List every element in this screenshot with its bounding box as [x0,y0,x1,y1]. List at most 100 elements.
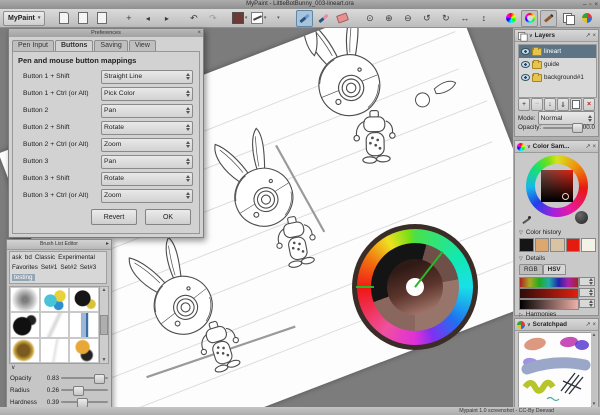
eraser-tool-button[interactable] [334,10,351,27]
mapping-combo[interactable]: Rotate [101,121,193,135]
brush-group[interactable]: ask [12,254,22,261]
mapping-combo[interactable]: Zoom [101,138,193,152]
revert-button[interactable]: Revert [91,209,137,225]
layers-panel-header[interactable]: ∨ Layers ↗ × [515,30,598,42]
brush-thumbnail[interactable] [10,287,40,312]
visibility-eye-icon[interactable] [521,48,530,55]
close-panel-icon[interactable]: × [592,322,596,328]
new-file-button[interactable] [55,10,72,27]
layer-row-guide[interactable]: guide [519,58,596,71]
tab-saving[interactable]: Saving [94,40,127,51]
mirror-horizontal-button[interactable]: ↔ [456,10,473,27]
brush-thumbnail[interactable] [69,338,99,363]
freehand-tool-button[interactable] [296,10,313,27]
add-button[interactable]: + [120,10,137,27]
brush-thumbnail[interactable] [40,312,70,337]
hue-gradient-slider[interactable] [519,277,579,288]
color-changer-popup[interactable] [352,224,478,350]
mapping-combo[interactable]: Pan [101,155,193,169]
color-wheel-toggle-button[interactable] [502,10,519,27]
extra-dropdown[interactable]: ▾ [269,10,286,27]
close-button[interactable]: × [594,2,598,8]
mapping-combo[interactable]: Pan [101,104,193,118]
history-swatch[interactable] [519,238,534,252]
brush-group[interactable]: Set#1 [41,264,57,271]
brush-thumbnail[interactable] [69,287,99,312]
brush-thumbnail[interactable] [10,338,40,363]
remove-layer-button[interactable]: − [531,98,543,111]
details-label[interactable]: ▽ Details [519,255,545,262]
next-button[interactable]: ▸ [158,10,175,27]
rotate-right-button[interactable]: ↻ [437,10,454,27]
layers-panel-toggle-button[interactable] [559,10,576,27]
color-ring-toggle-button[interactable] [521,10,538,27]
palette-toggle-button[interactable] [578,10,595,27]
layer-opacity-slider[interactable] [543,127,577,129]
brush-group[interactable]: Experimental [58,254,95,261]
prev-button[interactable]: ◂ [139,10,156,27]
color-swatch-dropdown[interactable]: ▾ [231,10,248,27]
tab-hsv[interactable]: HSV [543,264,566,275]
detach-panel-icon[interactable]: ↗ [585,321,590,328]
zoom-out-button[interactable]: ⊖ [399,10,416,27]
tab-view[interactable]: View [129,40,156,51]
value-gradient-slider[interactable] [519,299,579,310]
brush-preview-dropdown[interactable]: ▾ [250,10,267,27]
title-bar[interactable]: MyPaint - LittleBotBunny_003-lineart.ora [0,0,600,9]
opacity-slider[interactable] [61,377,108,379]
hardness-slider[interactable] [61,401,108,403]
scroll-up-icon[interactable]: ▲ [102,287,107,293]
eyedropper-icon[interactable] [521,215,531,225]
chevron-down-icon[interactable]: ∨ [527,322,531,328]
history-swatch[interactable] [566,238,581,252]
layer-row-lineart[interactable]: lineart [519,45,596,58]
expander-icon[interactable]: ∨ [11,364,15,371]
brush-group[interactable]: bd [25,254,32,261]
lower-layer-button[interactable]: ↓ [544,98,556,111]
mapping-combo[interactable]: Zoom [101,189,193,203]
scratchpad-canvas[interactable] [518,332,592,408]
radius-slider[interactable] [61,389,108,391]
mapping-combo[interactable]: Pick Color [101,87,193,101]
save-file-button[interactable] [93,10,110,27]
visibility-eye-icon[interactable] [521,61,530,68]
scrollbar-thumb[interactable] [100,315,108,335]
saturation-spinbox[interactable] [579,288,595,297]
scroll-down-icon[interactable]: ▼ [102,357,107,363]
dialog-title-bar[interactable]: Preferences × [9,29,203,37]
chevron-down-icon[interactable]: ∨ [527,144,531,150]
brush-group-active[interactable]: testing [12,274,35,281]
scratchpad-header[interactable]: ∨ Scratchpad ↗ × [515,319,598,331]
brush-grid-scrollbar[interactable]: ▲ ▼ [99,286,109,364]
app-menu-button[interactable]: MyPaint ▾ [3,11,45,26]
close-panel-icon[interactable]: × [592,33,596,39]
lines-tool-button[interactable] [315,10,332,27]
hue-ring-picker[interactable] [526,155,588,217]
merge-layer-button[interactable]: ⇓ [557,98,569,111]
close-panel-icon[interactable]: × [592,144,596,150]
zoom-tool-button[interactable]: ⊙ [361,10,378,27]
mirror-vertical-button[interactable]: ↕ [475,10,492,27]
scratchpad-scrollbar[interactable]: ▲▼ [591,332,597,406]
layer-row-background[interactable]: background#1 [519,71,596,84]
chevron-down-icon[interactable]: ∨ [529,33,533,39]
brush-thumbnail[interactable] [40,287,70,312]
detach-panel-icon[interactable]: ↗ [585,143,590,150]
saturation-gradient-slider[interactable] [519,288,579,299]
delete-layer-button[interactable]: × [583,98,595,111]
brush-editor-title-bar[interactable]: Brush List Editor ▸ [7,240,111,250]
ok-button[interactable]: OK [145,209,191,225]
color-panel-header[interactable]: ∨ Color Sam... ↗ × [515,141,598,153]
brush-thumbnail[interactable] [40,338,70,363]
brush-group[interactable]: Classic [35,254,55,261]
duplicate-layer-button[interactable] [570,98,582,111]
tab-pen-input[interactable]: Pen Input [12,40,54,51]
dialog-close-icon[interactable]: × [197,29,201,37]
brush-panel-toggle-button[interactable] [540,10,557,27]
brush-group[interactable]: Set#3 [80,264,96,271]
hue-spinbox[interactable] [579,277,595,286]
redo-button[interactable]: ↷ [204,10,221,27]
brush-group[interactable]: Set#2 [60,264,76,271]
open-file-button[interactable] [74,10,91,27]
layer-mode-combo[interactable]: Normal [538,111,595,125]
